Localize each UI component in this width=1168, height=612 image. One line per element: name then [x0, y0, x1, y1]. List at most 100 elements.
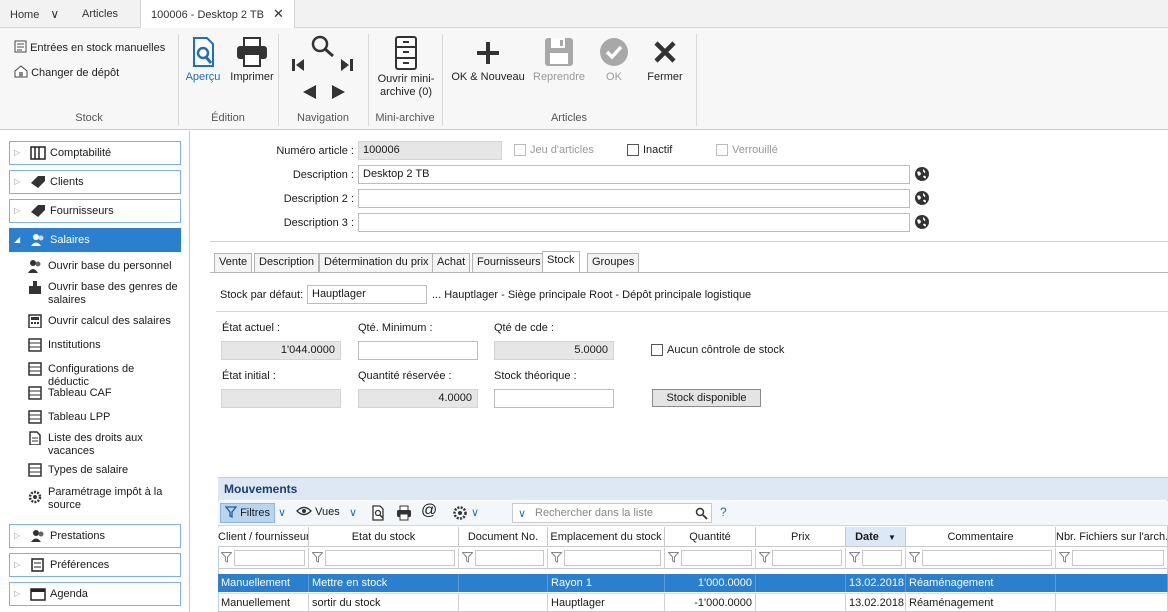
filter-icon[interactable]	[551, 552, 562, 563]
tab-articles[interactable]: Articles	[82, 0, 118, 28]
globe-icon[interactable]	[914, 166, 930, 182]
filter-icon[interactable]	[849, 552, 860, 563]
filters-button[interactable]: Filtres	[220, 503, 276, 523]
column-header-etat[interactable]: Etat du stock	[309, 527, 459, 547]
preview-button[interactable]: Aperçu	[183, 36, 223, 84]
nav-item-label: Types de salaire	[48, 464, 129, 476]
filter-icon[interactable]	[909, 552, 920, 563]
description-field[interactable]: Desktop 2 TB	[358, 165, 910, 184]
nav-category-label: Agenda	[50, 588, 88, 600]
tab-achat[interactable]: Achat	[432, 253, 471, 272]
stock-theorique-field[interactable]	[494, 389, 614, 408]
filter-input-quantite[interactable]	[681, 550, 752, 566]
stock-disponible-button[interactable]: Stock disponible	[652, 389, 761, 407]
views-button[interactable]: Vues	[296, 506, 340, 518]
column-header-fichiers[interactable]: Nbr. Fichiers sur l'arch.	[1056, 527, 1168, 547]
table-cell-client: Manuellement	[218, 574, 309, 592]
close-button[interactable]: Fermer	[644, 36, 686, 84]
qte-minimum-field[interactable]	[358, 341, 478, 360]
tab-description[interactable]: Description	[254, 253, 320, 272]
open-mini-archive-button[interactable]: Ouvrir mini- archive (0)	[372, 36, 440, 99]
chevron-down-icon[interactable]: ∨	[471, 506, 479, 519]
ribbon-separator	[696, 34, 697, 126]
filter-icon[interactable]	[462, 552, 473, 563]
preview-icon[interactable]	[370, 505, 386, 521]
globe-icon[interactable]	[914, 190, 930, 206]
article-number-field[interactable]: 100006	[358, 141, 502, 160]
aucun-controle-checkbox[interactable]	[651, 344, 663, 356]
grid-search-field[interactable]: ∨ Rechercher dans la liste	[512, 503, 712, 523]
undo-button[interactable]: Reprendre	[530, 36, 588, 84]
chevron-down-icon[interactable]: ∨	[50, 7, 59, 21]
tab-groupes[interactable]: Groupes	[587, 253, 640, 272]
filter-input-client[interactable]	[234, 550, 305, 566]
nav-category-agenda[interactable]: ▷ Agenda	[9, 582, 181, 606]
column-header-date[interactable]: Date ▼	[846, 527, 906, 547]
gear-icon[interactable]	[452, 505, 468, 521]
filter-icon[interactable]	[759, 552, 770, 563]
filter-icon[interactable]	[668, 552, 679, 563]
nav-category-preferences[interactable]: ▷ Préférences	[9, 553, 181, 577]
filter-input-emplacement[interactable]	[564, 550, 661, 566]
last-record-icon[interactable]	[340, 58, 354, 72]
qte-reservee-field[interactable]: 4.0000	[358, 389, 478, 408]
search-icon[interactable]	[309, 34, 337, 58]
column-header-document[interactable]: Document No.	[459, 527, 548, 547]
first-record-icon[interactable]	[291, 58, 305, 72]
filter-icon[interactable]	[221, 552, 232, 563]
ok-and-new-button[interactable]: OK & Nouveau	[450, 36, 526, 84]
search-icon[interactable]	[695, 507, 708, 520]
nav-category-salaires[interactable]: ◢ Salaires	[9, 228, 181, 252]
etat-initial-field[interactable]	[221, 389, 341, 408]
email-icon[interactable]: @	[421, 502, 437, 520]
nav-category-fournisseurs[interactable]: ▷ Fournisseurs	[9, 199, 181, 223]
column-header-emplacement[interactable]: Emplacement du stock	[548, 527, 665, 547]
close-icon[interactable]: ✕	[273, 6, 284, 21]
tab-home[interactable]: Home ∨	[10, 0, 59, 28]
jeu-articles-checkbox[interactable]	[514, 144, 526, 156]
default-stock-field[interactable]: Hauptlager	[307, 285, 427, 304]
print-button[interactable]: Imprimer	[229, 36, 275, 84]
column-header-client[interactable]: Client / fournisseur	[218, 527, 309, 547]
tab-determination-prix[interactable]: Détermination du prix	[319, 253, 434, 272]
nav-category-clients[interactable]: ▷ Clients	[9, 170, 181, 194]
filter-input-etat[interactable]	[325, 550, 455, 566]
description-3-field[interactable]	[358, 213, 910, 232]
description-2-field[interactable]	[358, 189, 910, 208]
tab-stock[interactable]: Stock	[542, 251, 580, 273]
filter-input-document[interactable]	[475, 550, 544, 566]
printer-icon[interactable]	[396, 505, 412, 521]
etat-actuel-field[interactable]: 1'044.0000	[221, 341, 341, 360]
qte-cde-field[interactable]: 5.0000	[494, 341, 614, 360]
chevron-down-icon[interactable]: ∨	[349, 506, 357, 519]
filter-input-date[interactable]	[862, 550, 902, 566]
next-record-icon[interactable]	[331, 84, 347, 100]
stock-theorique-label: Stock théorique :	[494, 370, 577, 382]
etat-actuel-label: État actuel :	[222, 322, 281, 334]
ribbon: Entrées en stock manuelles Changer de dé…	[0, 28, 1168, 130]
globe-icon[interactable]	[914, 214, 930, 230]
tab-current-article[interactable]: 100006 - Desktop 2 TB ✕	[140, 0, 295, 29]
filter-input-commentaire[interactable]	[922, 550, 1052, 566]
help-icon[interactable]: ?	[720, 505, 727, 519]
previous-record-icon[interactable]	[301, 84, 317, 100]
verrouille-checkbox[interactable]	[716, 144, 728, 156]
column-header-quantite[interactable]: Quantité	[665, 527, 756, 547]
filter-icon[interactable]	[1059, 552, 1070, 563]
filter-input-prix[interactable]	[772, 550, 842, 566]
nav-category-comptabilite[interactable]: ▷ Comptabilité	[9, 141, 181, 165]
ok-button[interactable]: OK	[596, 36, 632, 84]
column-header-commentaire[interactable]: Commentaire	[906, 527, 1056, 547]
filter-input-fichiers[interactable]	[1072, 550, 1164, 566]
inactif-checkbox[interactable]	[627, 144, 639, 156]
change-depot-button[interactable]: Changer de dépôt	[14, 65, 119, 79]
tab-vente[interactable]: Vente	[214, 253, 253, 272]
column-header-prix[interactable]: Prix	[756, 527, 846, 547]
nav-category-prestations[interactable]: ▷ Prestations	[9, 524, 181, 548]
chevron-down-icon[interactable]: ∨	[278, 506, 286, 519]
tab-fournisseurs[interactable]: Fournisseurs	[472, 253, 546, 272]
chevron-down-icon[interactable]: ∨	[518, 507, 526, 520]
filter-icon[interactable]	[312, 552, 323, 563]
manual-stock-entries-button[interactable]: Entrées en stock manuelles	[14, 40, 165, 54]
undo-label: Reprendre	[533, 71, 585, 83]
